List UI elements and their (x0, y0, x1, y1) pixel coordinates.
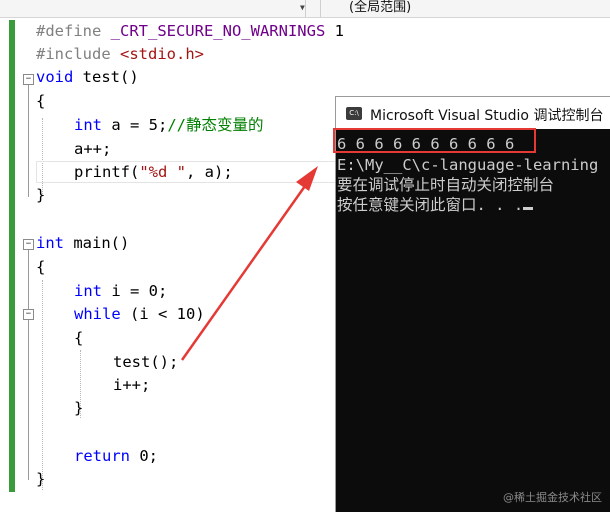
annotation-arrow-icon (180, 166, 318, 361)
watermark: @稀土掘金技术社区 (503, 491, 602, 504)
